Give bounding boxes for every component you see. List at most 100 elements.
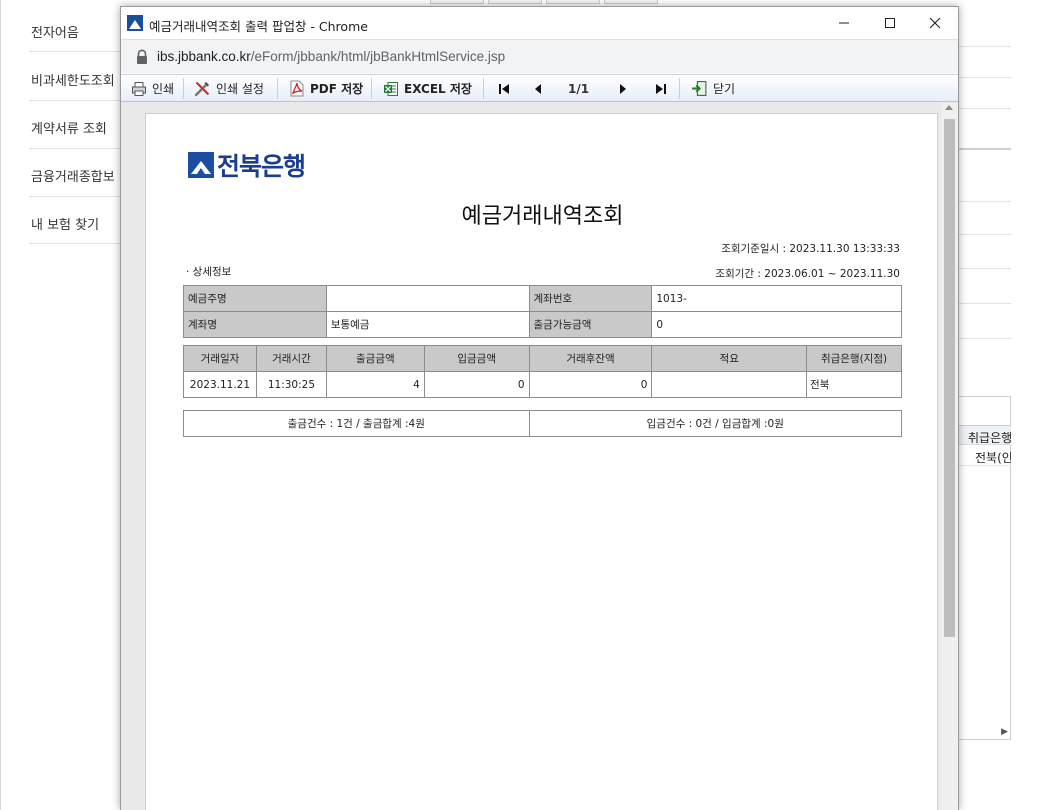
bank-name: 전북은행 (217, 152, 306, 181)
owner-label: 예금주명 (183, 285, 327, 312)
transaction-balance: 0 (528, 371, 653, 398)
column-header-balance: 거래후잔액 (528, 345, 653, 372)
sidebar-item-e-bill[interactable]: 전자어음 (31, 22, 79, 41)
table-row: 예금주명 계좌번호 1013- (183, 285, 902, 312)
table-row: 출금건수 : 1건 / 출금합계 :4원 입금건수 : 0건 / 입금합계 :0… (183, 410, 903, 437)
maximize-button[interactable] (867, 7, 913, 39)
exit-door-icon (692, 81, 707, 96)
print-settings-button[interactable]: 인쇄 설정 (194, 78, 264, 99)
print-label: 인쇄 (152, 82, 175, 96)
document-title: 예금거래내역조회 (461, 204, 624, 229)
sidebar-divider (29, 148, 121, 149)
withdrawable-label: 출금가능금액 (528, 311, 653, 338)
url-host: ibs.jbbank.co.kr (157, 49, 251, 64)
transaction-deposit: 0 (423, 371, 530, 398)
close-label: 닫기 (713, 82, 736, 96)
owner-value (325, 285, 530, 312)
column-header-time: 거래시간 (255, 345, 327, 372)
pdf-save-button[interactable]: PDF 저장 (289, 78, 363, 99)
pdf-icon (290, 80, 304, 97)
panel-cell: 전북(인 (959, 446, 1011, 466)
close-viewer-button[interactable]: 닫기 (691, 78, 735, 99)
window-title: 예금거래내역조회 출력 팝업창 - Chrome (149, 19, 368, 34)
vertical-scrollbar[interactable] (941, 103, 958, 810)
withdraw-summary: 출금건수 : 1건 / 출금합계 :4원 (183, 410, 530, 437)
maximize-icon (885, 18, 895, 28)
sidebar-item-tax-free-limit[interactable]: 비과세한도조회 (31, 70, 115, 89)
next-page-icon (620, 83, 626, 94)
page-indicator: 1/1 (568, 81, 590, 96)
column-header-branch: 취급은행(지점) (806, 345, 902, 372)
column-header-date: 거래일자 (183, 345, 257, 372)
previous-page-button[interactable] (527, 78, 549, 99)
table-row: 2023.11.21 11:30:25 4 0 0 전북 (183, 371, 902, 398)
excel-save-button[interactable]: EXCEL 저장 (383, 78, 472, 99)
sidebar-divider (29, 51, 121, 52)
url-text[interactable]: ibs.jbbank.co.kr/eForm/jbbank/html/jbBan… (157, 49, 505, 64)
viewer-toolbar: 인쇄 인쇄 설정 PDF 저장 EXCEL 저장 1/1 닫기 (121, 74, 958, 102)
table-row: 계좌명 보통예금 출금가능금액 0 (183, 311, 902, 338)
background-result-panel: 취급은행 전북(인 ▶ (959, 396, 1011, 740)
query-period: 조회기간 : 2023.06.01 ~ 2023.11.30 (715, 268, 900, 280)
section-label: · 상세정보 (186, 266, 232, 278)
sidebar-divider (29, 243, 121, 244)
close-icon (929, 17, 941, 29)
deposit-summary: 입금건수 : 0건 / 입금합계 :0원 (528, 410, 903, 437)
next-page-button[interactable] (612, 78, 634, 99)
excel-icon (384, 81, 398, 96)
table-header-row: 거래일자 거래시간 출금금액 입금금액 거래후잔액 적요 취급은행(지점) (183, 345, 902, 372)
printer-icon (132, 81, 146, 96)
transaction-memo (651, 371, 808, 398)
sidebar-divider (29, 100, 121, 101)
scroll-up-icon[interactable] (945, 105, 953, 110)
minimize-button[interactable] (821, 7, 867, 39)
transaction-time: 11:30:25 (255, 371, 327, 398)
summary-table: 출금건수 : 1건 / 출금합계 :4원 입금건수 : 0건 / 입금합계 :0… (183, 410, 903, 437)
report-viewer: 인쇄 인쇄 설정 PDF 저장 EXCEL 저장 1/1 닫기 전북은행 예금거… (121, 74, 958, 810)
panel-column-header: 취급은행 (959, 425, 1011, 445)
sidebar-item-find-insurance[interactable]: 내 보험 찾기 (31, 214, 99, 233)
bank-logo-mark-icon (188, 152, 214, 178)
last-page-icon (656, 83, 666, 94)
sidebar-divider (29, 196, 121, 197)
transaction-withdraw: 4 (325, 371, 425, 398)
print-settings-label: 인쇄 설정 (216, 82, 264, 96)
previous-page-icon (535, 83, 541, 94)
lock-icon (137, 49, 147, 64)
close-window-button[interactable] (912, 7, 958, 39)
withdrawable-value: 0 (651, 311, 902, 338)
excel-save-label: EXCEL 저장 (404, 82, 472, 96)
account-name-value: 보통예금 (325, 311, 530, 338)
pdf-save-label: PDF 저장 (310, 82, 364, 96)
document-area: 전북은행 예금거래내역조회 조회기준일시 : 2023.11.30 13:33:… (121, 103, 958, 810)
tools-icon (194, 81, 210, 97)
bank-logo: 전북은행 (188, 147, 306, 183)
account-number-value: 1013- (651, 285, 902, 312)
title-bar[interactable]: 예금거래내역조회 출력 팝업창 - Chrome (121, 7, 958, 39)
scrollbar-thumb[interactable] (944, 119, 955, 637)
first-page-button[interactable] (493, 78, 515, 99)
first-page-icon (499, 83, 509, 94)
column-header-deposit: 입금금액 (423, 345, 530, 372)
column-header-memo: 적요 (651, 345, 808, 372)
transactions-table: 거래일자 거래시간 출금금액 입금금액 거래후잔액 적요 취급은행(지점) 20… (183, 345, 902, 398)
print-button[interactable]: 인쇄 (131, 78, 174, 99)
last-page-button[interactable] (650, 78, 672, 99)
minimize-icon (839, 22, 849, 24)
app-icon (127, 15, 143, 31)
popup-window: 예금거래내역조회 출력 팝업창 - Chrome ibs.jbbank.co.k… (120, 6, 959, 810)
transaction-date: 2023.11.21 (183, 371, 257, 398)
background-right-content: 취급은행 전북(인 ▶ (959, 0, 1063, 810)
column-header-withdraw: 출금금액 (325, 345, 425, 372)
transaction-branch: 전북 (806, 371, 902, 398)
url-path: /eForm/jbbank/html/jbBankHtmlService.jsp (250, 49, 506, 64)
scroll-right-icon[interactable]: ▶ (1001, 727, 1008, 737)
query-datetime: 조회기준일시 : 2023.11.30 13:33:33 (721, 243, 900, 255)
background-sidebar: 전자어음 비과세한도조회 계약서류 조회 금융거래종합보 내 보험 찾기 (0, 0, 121, 810)
address-bar[interactable]: ibs.jbbank.co.kr/eForm/jbbank/html/jbBan… (121, 39, 958, 73)
sidebar-item-contract-docs[interactable]: 계약서류 조회 (31, 118, 107, 137)
account-name-label: 계좌명 (183, 311, 327, 338)
document-page: 전북은행 예금거래내역조회 조회기준일시 : 2023.11.30 13:33:… (145, 113, 938, 810)
sidebar-item-financial-summary[interactable]: 금융거래종합보 (31, 166, 115, 185)
account-info-table: 예금주명 계좌번호 1013- 계좌명 보통예금 출금가능금액 0 (183, 285, 902, 338)
